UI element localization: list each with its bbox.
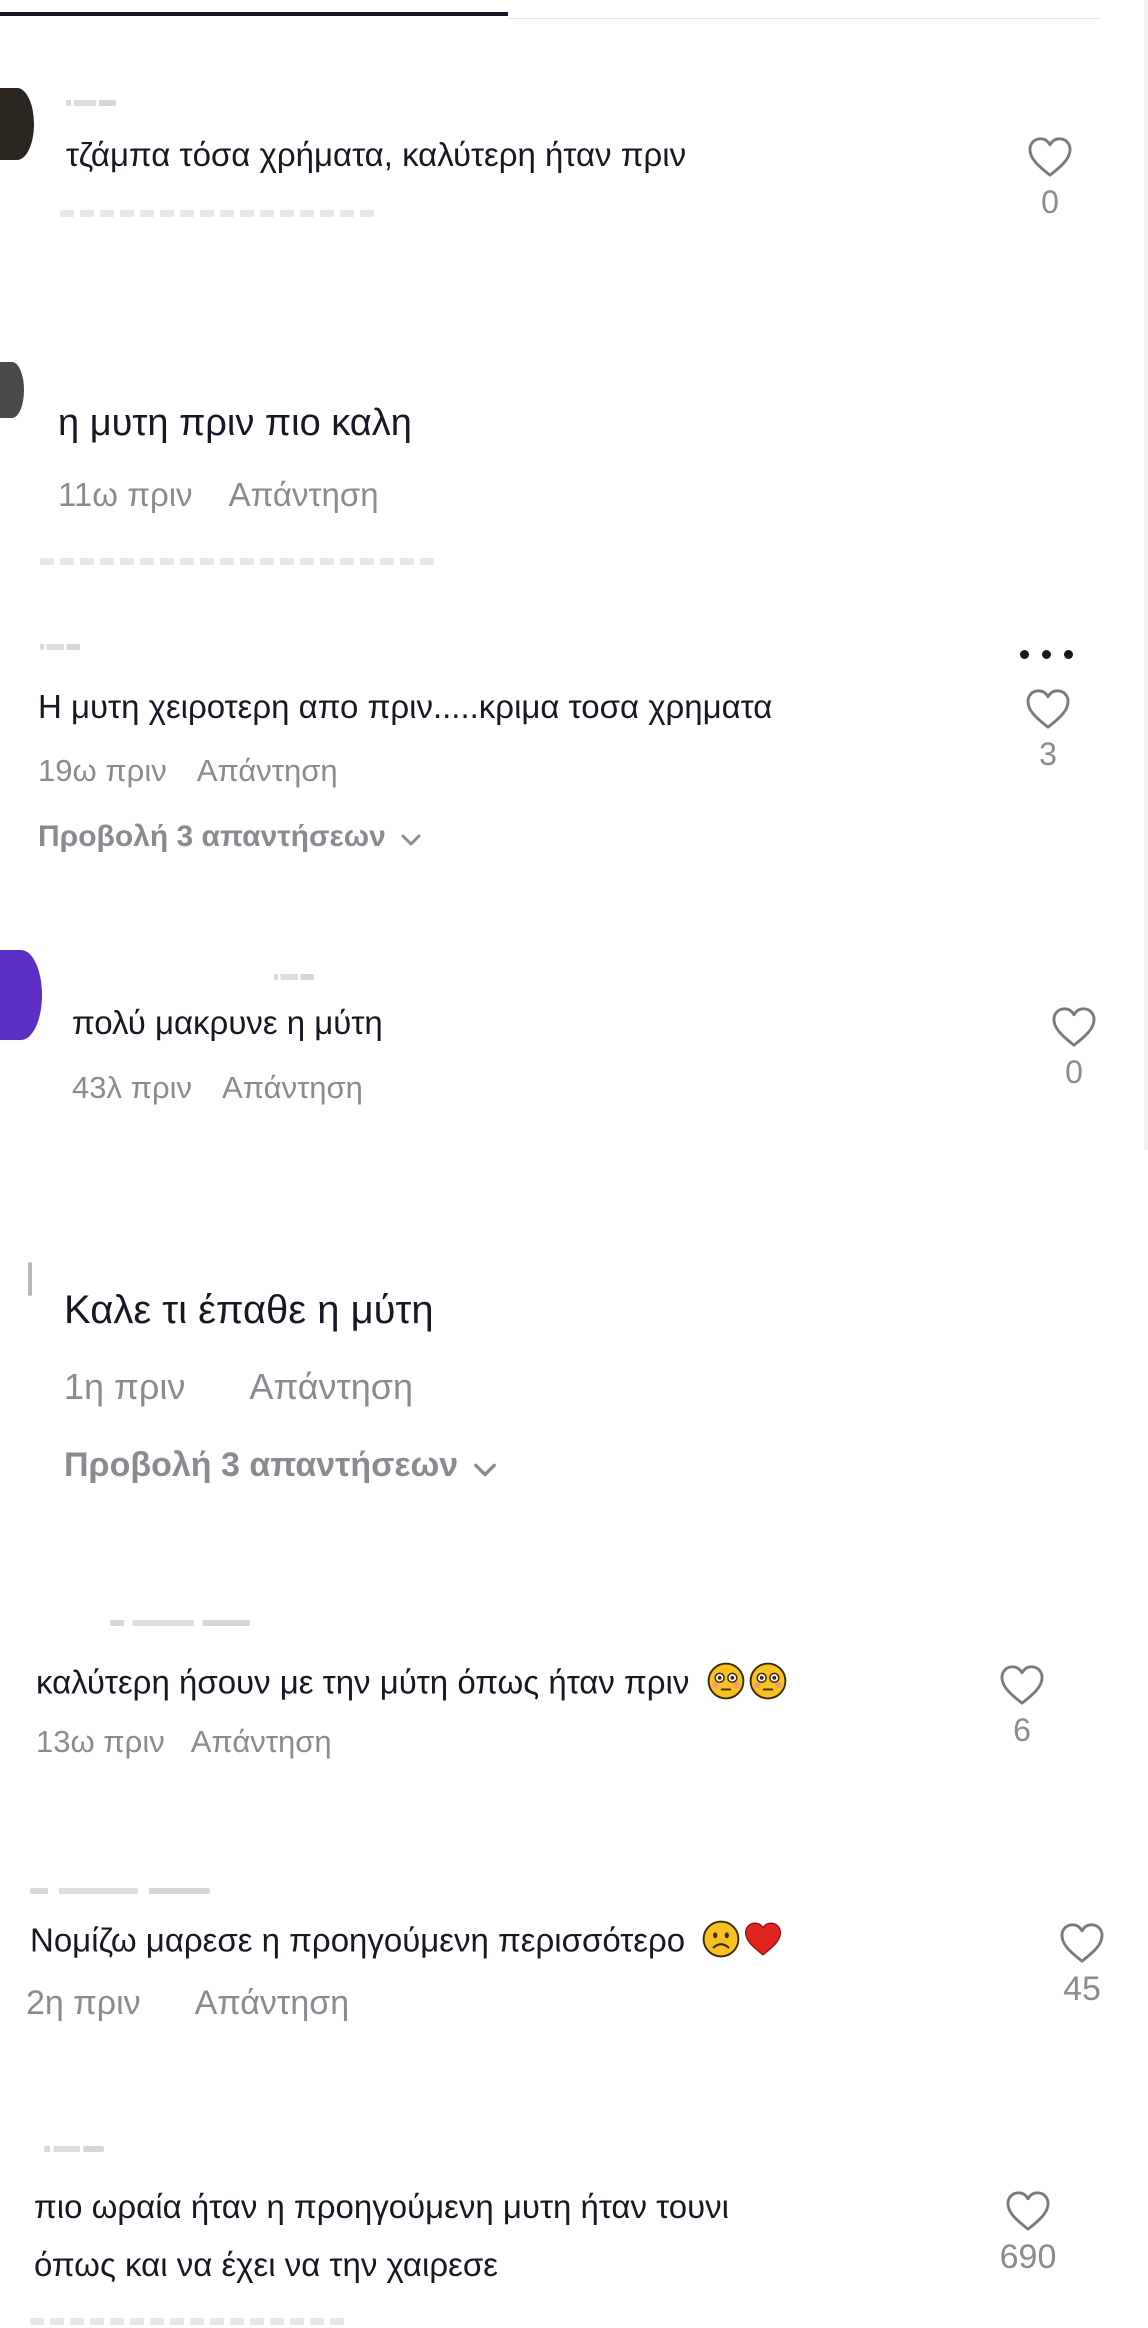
comment-meta: 43λ πριν Απάντηση <box>72 1070 363 1106</box>
like-button[interactable]: 6 <box>994 1664 1050 1749</box>
like-button[interactable]: 0 <box>1022 136 1078 221</box>
username[interactable] <box>44 2146 104 2152</box>
comment-text-line: όπως και να έχει να την χαιρεσε <box>34 2246 498 2283</box>
comment-meta <box>60 210 380 217</box>
username[interactable] <box>66 100 116 106</box>
view-replies-button[interactable]: Προβολή 3 απαντήσεων <box>38 820 422 855</box>
chevron-down-icon <box>472 1448 498 1487</box>
heart-icon <box>1000 1665 1044 1705</box>
slightly-frowning-face-icon <box>702 1920 740 1966</box>
comment-text-line: πιο ωραία ήταν η προηγούμενη μυτη ήταν τ… <box>34 2188 729 2225</box>
comment-meta: 19ω πριν Απάντηση <box>38 753 338 789</box>
reply-button[interactable]: Απάντηση <box>222 1070 363 1105</box>
active-tab-indicator <box>0 12 508 16</box>
avatar[interactable] <box>28 1262 32 1296</box>
like-count: 6 <box>1013 1712 1031 1748</box>
like-button[interactable]: 3 <box>1020 688 1076 773</box>
comment-meta: 13ω πριν Απάντηση <box>36 1724 332 1760</box>
flushed-face-icon <box>749 1662 787 1708</box>
comment-text-content: καλύτερη ήσουν με την μύτη όπως ήταν πρι… <box>36 1663 690 1701</box>
heart-icon <box>1052 1007 1096 1047</box>
red-heart-icon <box>744 1921 782 1965</box>
more-options-button[interactable] <box>1020 646 1076 662</box>
heart-icon <box>1028 137 1072 177</box>
view-replies-label: Προβολή 3 απαντήσεων <box>38 820 386 853</box>
like-count: 3 <box>1039 736 1057 772</box>
view-replies-button[interactable] <box>40 558 440 565</box>
avatar[interactable] <box>0 362 24 418</box>
scrollbar-track[interactable] <box>1144 0 1148 1150</box>
view-replies-label: Προβολή 3 απαντήσεων <box>64 1446 459 1484</box>
comment-time: 11ω πριν <box>58 476 193 513</box>
reply-button[interactable]: Απάντηση <box>191 1724 332 1759</box>
comment-text: η μυτη πριν πιο καλη <box>58 402 412 444</box>
tab-divider <box>508 18 1100 19</box>
like-count: 690 <box>999 2238 1057 2276</box>
comment-meta <box>30 2318 350 2325</box>
flushed-face-icon <box>707 1662 745 1708</box>
reply-button[interactable]: Απάντηση <box>249 1366 413 1407</box>
comment-time: 13ω πριν <box>36 1724 165 1759</box>
like-count: 45 <box>1063 1970 1101 2008</box>
comment-text: τζάμπα τόσα χρήματα, καλύτερη ήταν πριν <box>66 136 687 173</box>
username[interactable] <box>110 1620 250 1626</box>
comment-text: Καλε τι έπαθε η μύτη <box>64 1288 434 1332</box>
reply-button[interactable]: Απάντηση <box>229 476 379 513</box>
comment-time: 2η πριν <box>26 1984 141 2022</box>
heart-icon <box>1026 689 1070 729</box>
like-button[interactable]: 690 <box>998 2190 1058 2277</box>
comment-meta: 11ω πριν Απάντηση <box>58 476 379 514</box>
username[interactable] <box>30 1888 210 1894</box>
like-count: 0 <box>1041 184 1059 220</box>
avatar[interactable] <box>0 950 42 1040</box>
comment-text: πολύ μακρυνε η μύτη <box>72 1004 383 1041</box>
comments-tab-bar <box>0 0 1100 22</box>
comment-text-content: Νομίζω μαρεσε η προηγούμενη περισσότερο <box>30 1921 686 1959</box>
view-replies-button[interactable]: Προβολή 3 απαντήσεων <box>64 1446 498 1487</box>
username[interactable] <box>40 644 80 650</box>
comment-time: 1η πριν <box>64 1366 186 1407</box>
heart-icon <box>1060 1923 1104 1963</box>
comment-time: 19ω πριν <box>38 753 167 788</box>
like-count: 0 <box>1065 1054 1083 1090</box>
username[interactable] <box>274 974 314 980</box>
reply-button[interactable]: Απάντηση <box>197 753 338 788</box>
chevron-down-icon <box>400 821 422 855</box>
comment-text: Νομίζω μαρεσε η προηγούμενη περισσότερο <box>30 1920 782 1966</box>
like-button[interactable]: 45 <box>1054 1922 1110 2009</box>
comment-meta: 2η πριν Απάντηση <box>26 1984 349 2023</box>
comment-time: 43λ πριν <box>72 1070 193 1105</box>
comment-text: καλύτερη ήσουν με την μύτη όπως ήταν πρι… <box>36 1662 787 1708</box>
avatar[interactable] <box>0 88 34 160</box>
like-button[interactable]: 0 <box>1046 1006 1102 1091</box>
comment-text: Η μυτη χειροτερη απο πριν.....κριμα τοσα… <box>38 688 773 725</box>
comment-meta: 1η πριν Απάντηση <box>64 1366 413 1408</box>
reply-button[interactable]: Απάντηση <box>195 1984 350 2022</box>
heart-icon <box>1006 2191 1050 2231</box>
